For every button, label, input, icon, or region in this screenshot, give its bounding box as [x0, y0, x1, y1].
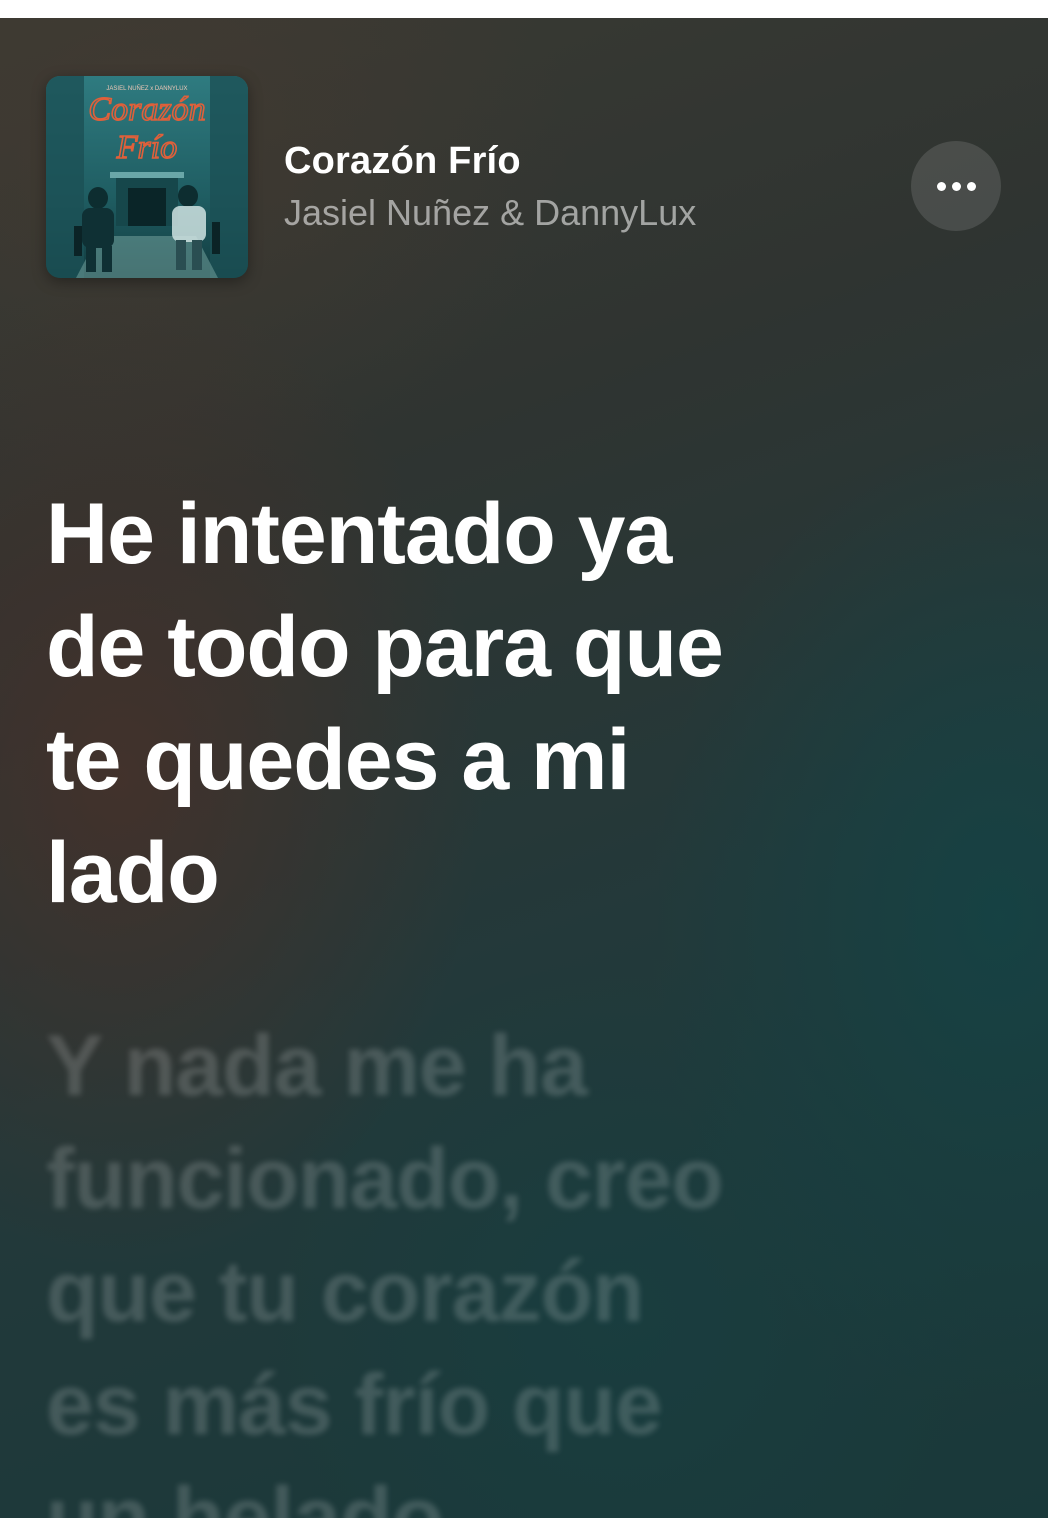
- ellipsis-icon: [936, 181, 976, 191]
- svg-text:Frío: Frío: [116, 129, 177, 166]
- album-art-artists: JASIEL NUÑEZ x DANNYLUX: [106, 85, 187, 92]
- lyrics-screen: Corazón Frío JASIEL NUÑEZ x DANNYLUX Cor…: [0, 18, 1048, 1518]
- album-art[interactable]: Corazón Frío JASIEL NUÑEZ x DANNYLUX: [46, 76, 248, 278]
- more-options-button[interactable]: [911, 141, 1001, 231]
- song-title[interactable]: Corazón Frío: [284, 140, 521, 183]
- lyric-line-next[interactable]: Y nada me ha funcionado, creo que tu cor…: [46, 1010, 946, 1518]
- album-art-title: Corazón: [88, 91, 205, 128]
- song-artist[interactable]: Jasiel Nuñez & DannyLux: [284, 192, 696, 234]
- album-art-image: Corazón Frío JASIEL NUÑEZ x DANNYLUX: [46, 76, 248, 278]
- lyric-line-active[interactable]: He intentado ya de todo para que te qued…: [46, 478, 946, 930]
- now-playing-header: Corazón Frío JASIEL NUÑEZ x DANNYLUX Cor…: [0, 18, 1048, 298]
- lyrics-view[interactable]: He intentado ya de todo para que te qued…: [46, 478, 946, 1518]
